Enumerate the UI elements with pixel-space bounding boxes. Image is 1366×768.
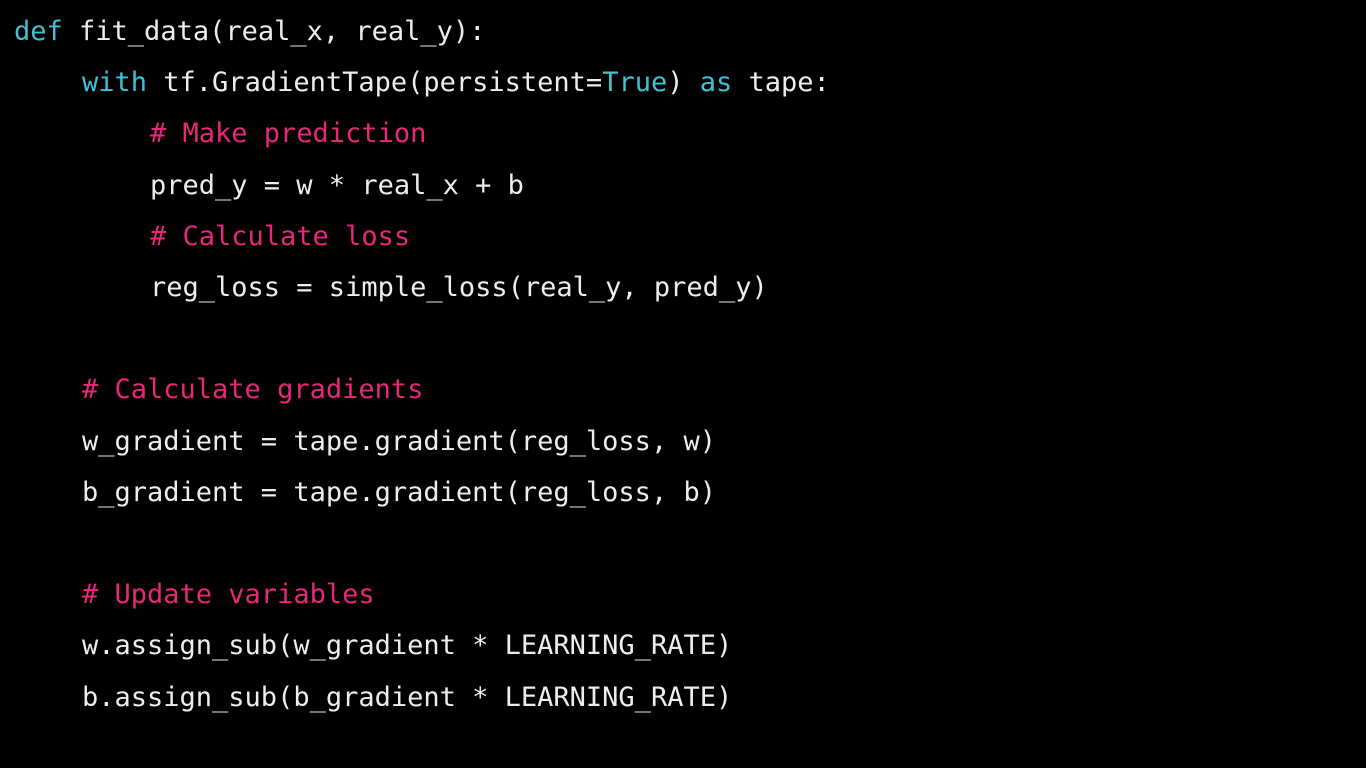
code-comment: # Calculate gradients	[82, 374, 424, 406]
code-line: def fit_data(real_x, real_y):	[14, 12, 485, 52]
code-comment: # Update variables	[82, 579, 375, 611]
code-line: with tf.GradientTape(persistent=True) as…	[82, 63, 830, 103]
code-text-token: w_gradient = tape.gradient(reg_loss, w)	[82, 425, 716, 457]
code-line: # Update variables	[82, 575, 375, 615]
code-text-token: tf.GradientTape(persistent=	[147, 67, 603, 99]
keyword-token: with	[82, 67, 148, 99]
code-text-token: tape:	[732, 67, 830, 99]
code-slide: def fit_data(real_x, real_y):with tf.Gra…	[0, 0, 1366, 768]
code-comment: # Make prediction	[150, 118, 427, 150]
code-comment: # Calculate loss	[150, 220, 411, 252]
code-text-token: pred_y = w * real_x + b	[150, 169, 524, 201]
keyword-token: as	[699, 67, 733, 99]
code-line: b.assign_sub(b_gradient * LEARNING_RATE)	[82, 678, 732, 718]
code-text-token: reg_loss = simple_loss(real_y, pred_y)	[150, 272, 768, 303]
code-text-token: b_gradient = tape.gradient(reg_loss, b)	[82, 476, 716, 508]
code-text-token: w.assign_sub(w_gradient * LEARNING_RATE)	[82, 630, 733, 662]
code-line: reg_loss = simple_loss(real_y, pred_y)	[150, 268, 768, 308]
code-line: # Make prediction	[150, 114, 426, 154]
code-line: # Calculate gradients	[82, 370, 423, 410]
code-text-token: fit_data(real_x, real_y):	[62, 16, 486, 47]
keyword-token: def	[14, 16, 63, 47]
code-text-token: )	[667, 67, 700, 99]
code-line: b_gradient = tape.gradient(reg_loss, b)	[82, 473, 716, 513]
code-text-token: b.assign_sub(b_gradient * LEARNING_RATE)	[82, 681, 733, 713]
code-line: pred_y = w * real_x + b	[150, 166, 524, 206]
code-line: w.assign_sub(w_gradient * LEARNING_RATE)	[82, 626, 732, 666]
code-line: # Calculate loss	[150, 217, 410, 257]
code-line: w_gradient = tape.gradient(reg_loss, w)	[82, 422, 716, 462]
keyword-token: True	[602, 67, 668, 99]
